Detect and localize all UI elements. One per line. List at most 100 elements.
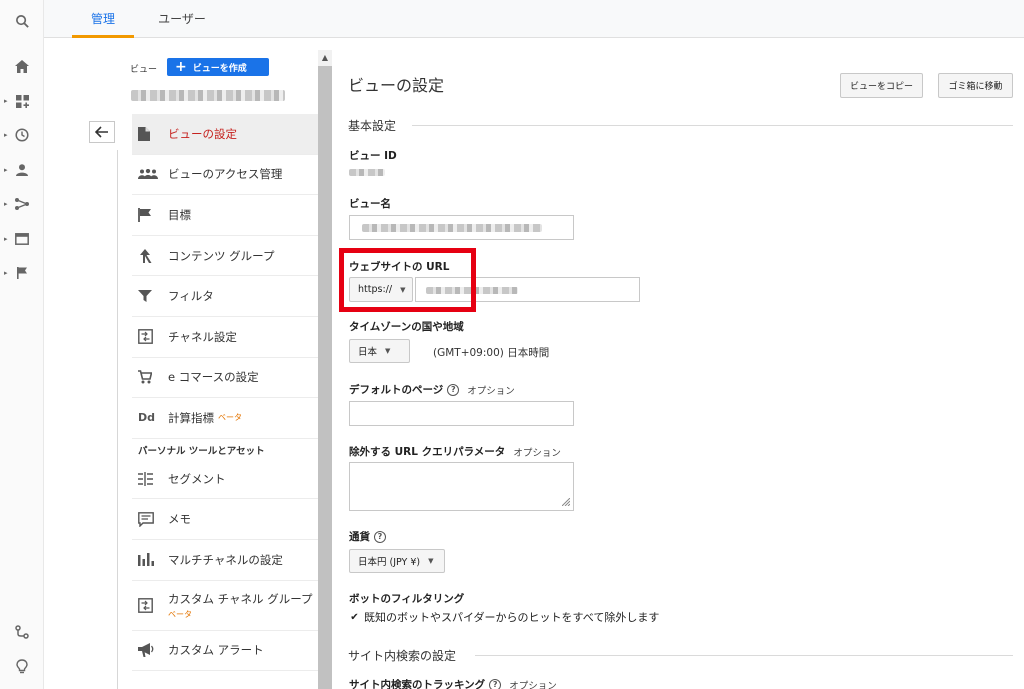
scroll-up-arrow-icon[interactable]: ▲	[318, 50, 332, 66]
view-name-input[interactable]	[349, 215, 574, 240]
nav-scrollbar-thumb[interactable]	[318, 66, 332, 689]
segment-icon	[138, 470, 160, 488]
acquisition-icon[interactable]: ▸	[0, 192, 44, 216]
memo-icon	[138, 510, 160, 528]
nav-item-goals[interactable]: 目標	[132, 195, 318, 236]
plus-icon: +	[175, 59, 187, 75]
nav-item-view-settings[interactable]: ビューの設定	[132, 114, 318, 155]
flag-icon	[138, 206, 160, 224]
nav-item-calculated-metrics[interactable]: Dd 計算指標 ベータ	[132, 398, 318, 439]
nav-item-channel-settings[interactable]: チャネル設定	[132, 317, 318, 358]
nav-label: カスタム チャネル グループ	[168, 591, 313, 606]
nav-item-multichannel[interactable]: マルチチャネルの設定	[132, 540, 318, 581]
section-basic-settings: 基本設定	[348, 119, 397, 133]
bot-filter-row: ✔ 既知のボットやスパイダーからのヒットをすべて除外します	[349, 609, 659, 625]
document-icon	[138, 125, 160, 143]
bulb-icon[interactable]	[0, 654, 44, 678]
section-divider	[475, 655, 1013, 656]
bot-filter-checkbox[interactable]: ✔	[349, 612, 360, 623]
nav-item-segments[interactable]: セグメント	[132, 459, 318, 500]
view-name-value-redacted	[362, 224, 542, 232]
home-icon[interactable]	[0, 54, 44, 78]
channel-icon	[138, 328, 160, 346]
beta-badge: ベータ	[218, 413, 242, 423]
arrow-left-icon	[95, 126, 108, 138]
exclude-params-label-text: 除外する URL クエリパラメータ	[349, 446, 506, 458]
people-icon	[138, 165, 160, 183]
optional-text: オプション	[513, 447, 561, 459]
help-icon[interactable]: ?	[374, 530, 386, 543]
nav-label: e コマースの設定	[168, 370, 259, 385]
behavior-icon[interactable]: ▸	[0, 227, 44, 251]
bar-chart-icon	[138, 551, 160, 569]
back-button[interactable]	[89, 121, 115, 143]
timezone-value: (GMT+09:00) 日本時間	[433, 347, 550, 359]
nav-label: メモ	[168, 512, 191, 527]
nav-label: フィルタ	[168, 289, 214, 304]
nav-label: マルチチャネルの設定	[168, 552, 283, 567]
tab-user[interactable]: ユーザー	[150, 0, 214, 38]
currency-dropdown[interactable]: 日本円 (JPY ¥) ▼	[349, 549, 445, 573]
nav-label-group: カスタム チャネル グループ ベータ	[168, 591, 313, 620]
view-name-label: ビュー名	[349, 198, 391, 210]
cart-icon	[138, 368, 160, 386]
filter-icon	[138, 287, 160, 305]
site-search-tracking-text: サイト内検索のトラッキング	[349, 679, 486, 689]
dashboard-icon[interactable]: ▸	[0, 89, 44, 113]
default-page-input[interactable]	[349, 401, 574, 426]
nav-label: 計算指標	[168, 410, 214, 425]
optional-text: オプション	[509, 680, 557, 689]
clock-icon[interactable]: ▸	[0, 123, 44, 147]
default-page-label: デフォルトのページ ? オプション	[349, 382, 515, 397]
page-title: ビューの設定	[348, 76, 445, 95]
top-bar: 管理 ユーザー	[44, 0, 1024, 38]
site-search-tracking-label: サイト内検索のトラッキング ? オプション	[349, 677, 557, 689]
tab-admin[interactable]: 管理	[72, 0, 134, 38]
bot-filtering-label: ボットのフィルタリング	[349, 593, 465, 605]
currency-label-text: 通貨	[349, 531, 370, 543]
help-icon[interactable]: ?	[447, 383, 460, 396]
nav-item-ecommerce[interactable]: e コマースの設定	[132, 358, 318, 399]
view-id-label: ビュー ID	[349, 150, 397, 162]
dd-icon: Dd	[138, 411, 156, 425]
search-icon[interactable]	[0, 9, 44, 33]
currency-label: 通貨 ?	[349, 529, 386, 544]
flag-icon[interactable]: ▸	[0, 261, 44, 285]
create-view-button[interactable]: + ビューを作成	[167, 58, 269, 76]
nav-section-personal-tools: パーソナル ツールとアセット	[138, 445, 265, 457]
beta-badge: ベータ	[168, 609, 192, 619]
megaphone-icon	[138, 641, 160, 659]
column-divider	[117, 150, 118, 689]
currency-value: 日本円 (JPY ¥)	[358, 557, 421, 568]
nav-label: ビューの設定	[168, 126, 237, 141]
nav-item-memo[interactable]: メモ	[132, 499, 318, 540]
nav-item-view-access[interactable]: ビューのアクセス管理	[132, 155, 318, 196]
exclude-params-textarea[interactable]	[349, 462, 574, 511]
copy-view-button[interactable]: ビューをコピー	[840, 73, 923, 98]
nav-label: チャネル設定	[168, 329, 237, 344]
channel-icon	[138, 596, 160, 614]
caret-down-icon: ▼	[428, 557, 434, 565]
nav-item-custom-channel-groups[interactable]: カスタム チャネル グループ ベータ	[132, 581, 318, 631]
bot-filter-text: 既知のボットやスパイダーからのヒットをすべて除外します	[364, 611, 660, 624]
nav-item-content-groups[interactable]: コンテンツ グループ	[132, 236, 318, 277]
create-view-label: ビューを作成	[192, 63, 247, 74]
nav-item-custom-alerts[interactable]: カスタム アラート	[132, 631, 318, 672]
view-name-redacted[interactable]	[131, 90, 285, 101]
optional-text: オプション	[467, 385, 515, 397]
connector-icon[interactable]	[0, 620, 44, 644]
nav-label: コンテンツ グループ	[168, 248, 275, 263]
nav-item-filters[interactable]: フィルタ	[132, 276, 318, 317]
country-dropdown[interactable]: 日本 ▼	[349, 339, 410, 363]
timezone-label: タイムゾーンの国や地域	[349, 321, 464, 333]
move-to-trash-button[interactable]: ゴミ箱に移動	[938, 73, 1013, 98]
highlight-box	[339, 248, 476, 312]
nav-label: 目標	[168, 207, 191, 222]
country-value: 日本	[358, 347, 378, 358]
resize-handle-icon[interactable]	[562, 498, 570, 506]
nav-label: セグメント	[168, 471, 226, 486]
nav-label: ビューのアクセス管理	[168, 167, 283, 182]
person-icon[interactable]: ▸	[0, 158, 44, 182]
section-site-search: サイト内検索の設定	[348, 649, 457, 663]
help-icon[interactable]: ?	[489, 678, 502, 689]
